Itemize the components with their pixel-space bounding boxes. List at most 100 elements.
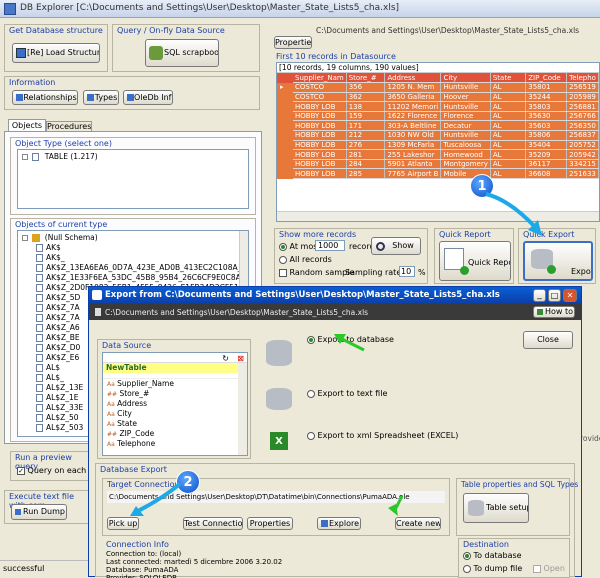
howto-button[interactable]: How to xyxy=(533,306,575,318)
tree-item[interactable]: AK$Z_BE xyxy=(36,333,80,342)
sql-scrapbook-button[interactable]: SQL scrapbook xyxy=(145,39,219,67)
load-structure-button[interactable]: [Re] Load Structure xyxy=(12,43,100,63)
quick-report-button[interactable]: Quick Report xyxy=(439,241,511,281)
tree-root[interactable]: (Null Schema) xyxy=(22,233,98,242)
table-row[interactable]: HOBBY LOB 284 5901 Atlanta Montgomery AL 3611… xyxy=(293,159,599,170)
random-sample-row[interactable]: Random sample xyxy=(279,268,354,277)
all-records-row[interactable]: All records xyxy=(279,255,332,264)
field-item[interactable]: Aa State xyxy=(103,419,247,429)
sampling-input[interactable]: 10 xyxy=(399,266,415,277)
tree-item[interactable]: AL$Z_50 xyxy=(36,413,79,422)
tree-item[interactable]: AK$Z_1E33F6EA_53DC_45B8_95B4_26C6CF9E0C8… xyxy=(36,273,248,282)
tree-item[interactable]: AK$Z_5D xyxy=(36,293,80,302)
remove-icon[interactable]: ⊠ xyxy=(237,354,244,363)
table-row[interactable]: COSTCO 356 1205 N. Mem Huntsville AL 35801 256… xyxy=(293,82,599,93)
col-header[interactable]: Telepho xyxy=(566,73,599,84)
tree-item[interactable]: AL$ xyxy=(36,363,60,372)
field-item[interactable]: Aa Address xyxy=(103,399,247,409)
col-header[interactable]: City xyxy=(440,73,491,84)
all-records-radio[interactable] xyxy=(279,255,287,264)
tree-item[interactable]: AK$Z_A6 xyxy=(36,323,80,332)
tree-item[interactable]: AK$Z_D0 xyxy=(36,343,80,352)
to-database-radio[interactable] xyxy=(463,551,471,560)
table-row[interactable]: HOBBY LOB 138 11202 Memori Huntsville AL 3580… xyxy=(293,101,599,112)
current-row-marker: ▸ xyxy=(280,83,284,91)
table-row[interactable]: HOBBY LOB 276 1309 McFarla Tuscaloosa AL 3540… xyxy=(293,140,599,151)
tree-item[interactable]: AL$Z_503 xyxy=(36,423,83,432)
tree-item[interactable]: AK$Z_E6 xyxy=(36,353,79,362)
data-table[interactable]: Supplier_Nam Store_# Address City State … xyxy=(293,73,599,180)
col-header[interactable]: ZIP_Code xyxy=(525,73,568,84)
table-row[interactable]: COSTCO 362 3650 Galleria Hoover AL 35244 20598… xyxy=(293,92,599,103)
col-header[interactable]: State xyxy=(490,73,527,84)
refresh-icon[interactable]: ↻ xyxy=(222,354,229,363)
field-item[interactable]: ## ZIP_Code xyxy=(103,429,247,439)
data-source-label: Data Source xyxy=(102,341,152,350)
list-scrollbar[interactable] xyxy=(238,363,247,455)
open-row[interactable]: Open xyxy=(533,564,565,573)
to-dump-row[interactable]: To dump file xyxy=(463,564,522,573)
to-database-row[interactable]: To database xyxy=(463,551,522,560)
tab-procedures[interactable]: Procedures xyxy=(46,121,92,131)
random-sample-checkbox[interactable] xyxy=(279,268,287,277)
table-row[interactable]: HOBBY LOB 159 1622 Florence Florence AL 35630… xyxy=(293,111,599,122)
export-excel-radio[interactable] xyxy=(307,431,315,440)
run-dump-button[interactable]: Run Dump xyxy=(11,504,67,520)
tree-item[interactable]: AL$_ xyxy=(36,373,64,382)
tree-item[interactable]: AK$_ xyxy=(36,253,65,262)
table-row[interactable]: HOBBY LOB 212 1030 NW Old Huntsville AL 35806… xyxy=(293,130,599,141)
to-dump-radio[interactable] xyxy=(463,564,471,573)
data-source-list[interactable]: ↻ ⊠ NewTable Aa Supplier_Name ## Store_#… xyxy=(102,352,248,456)
table-setup-button[interactable]: Table setup xyxy=(463,493,529,523)
table-row[interactable]: HOBBY LOB 171 303-A Beltline Decatur AL 35603… xyxy=(293,120,599,132)
quick-export-button[interactable]: Export xyxy=(523,241,593,281)
at-most-radio[interactable] xyxy=(279,242,287,251)
close-window-button[interactable]: ✕ xyxy=(563,289,577,302)
properties-button[interactable]: Properties xyxy=(274,36,312,49)
field-item[interactable]: Aa Telephone xyxy=(103,439,247,449)
field-item[interactable]: ## Store_# xyxy=(103,389,247,399)
create-new-button[interactable]: Create new xyxy=(395,517,441,530)
col-header[interactable]: Supplier_Nam xyxy=(293,73,347,84)
export-text-radio[interactable] xyxy=(307,389,315,398)
field-item[interactable]: Aa Supplier_Name xyxy=(103,379,247,389)
tree-item[interactable]: AL$Z_13E xyxy=(36,383,83,392)
table-setup-icon xyxy=(468,500,484,516)
tab-objects[interactable]: Objects xyxy=(8,119,46,131)
preview-checkbox[interactable]: ✓ xyxy=(17,466,25,475)
types-button[interactable]: Types xyxy=(83,90,119,105)
connection-properties-button[interactable]: Properties xyxy=(247,517,293,530)
col-header[interactable]: Address xyxy=(384,73,442,84)
table-name[interactable]: NewTable xyxy=(103,363,247,373)
status-text: successful xyxy=(3,564,45,573)
relationships-button[interactable]: Relationships xyxy=(12,90,78,105)
load-structure-label: [Re] Load Structure xyxy=(27,48,100,57)
conn-info-line: Last connected: martedì 5 dicembre 2006 … xyxy=(106,558,283,566)
tree-item[interactable]: AL$Z_33E xyxy=(36,403,83,412)
oledb-info-button[interactable]: OleDb Info xyxy=(123,90,173,105)
tree-item[interactable]: AK$Z_7A xyxy=(36,303,80,312)
tree-item[interactable]: AK$ xyxy=(36,243,61,252)
grid-hscrollbar[interactable] xyxy=(277,211,599,221)
tree-item[interactable]: AL$Z_1E xyxy=(36,393,78,402)
table-row[interactable]: HOBBY LOB 281 255 Lakeshor Homewood AL 35209 2… xyxy=(293,149,599,160)
show-button[interactable]: Show xyxy=(371,237,421,255)
export-excel-option[interactable]: Export to xml Spreadsheet (EXCEL) xyxy=(307,431,458,440)
export-database-radio[interactable] xyxy=(307,335,315,344)
minimize-button[interactable]: _ xyxy=(533,289,546,302)
open-checkbox[interactable] xyxy=(533,564,541,573)
datasource-grid[interactable]: [10 records, 19 columns, 190 values] ▸ S… xyxy=(276,62,600,222)
col-header[interactable]: Store_# xyxy=(346,73,386,84)
field-item[interactable]: Aa City xyxy=(103,409,247,419)
object-type-list[interactable]: TABLE (1.217) xyxy=(17,149,249,209)
at-most-input[interactable]: 1000 xyxy=(315,240,345,251)
maximize-button[interactable]: □ xyxy=(548,289,561,302)
test-connection-button[interactable]: Test Connection xyxy=(183,517,243,530)
tree-item[interactable]: AK$Z_7A xyxy=(36,313,80,322)
close-button[interactable]: Close xyxy=(523,331,573,349)
object-type-item[interactable]: TABLE (1.217) xyxy=(22,152,98,161)
explore-button[interactable]: Explore xyxy=(317,517,361,530)
export-text-option[interactable]: Export to text file xyxy=(307,389,387,398)
table-row[interactable]: HOBBY LOB 285 7765 Airport B Mobile AL 36608 2… xyxy=(293,168,599,180)
tree-item[interactable]: AK$Z_13EA6EA6_0D7A_423E_AD0B_413EC2C108A… xyxy=(36,263,248,272)
